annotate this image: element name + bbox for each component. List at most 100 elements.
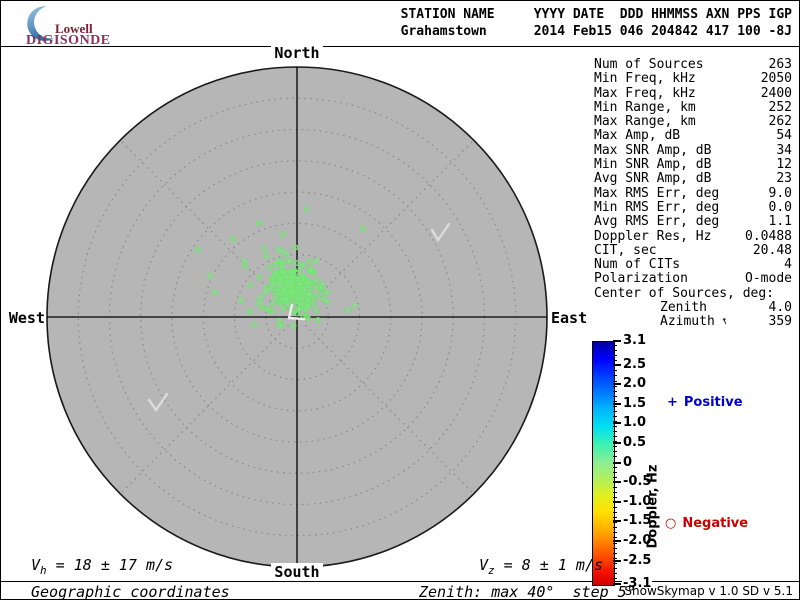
scatter-dot bbox=[277, 277, 284, 284]
colorbar-minor-tick bbox=[613, 446, 617, 448]
scatter-dot bbox=[297, 287, 304, 294]
scatter-dot bbox=[289, 289, 296, 296]
stat-row: Doppler Res, Hz 0.0488 bbox=[594, 228, 792, 244]
colorbar-minor-tick bbox=[613, 522, 617, 524]
stat-row: Max SNR Amp, dB 34 bbox=[594, 143, 792, 158]
colorbar-minor-tick bbox=[613, 400, 617, 402]
colorbar-tick-label: 2.5 bbox=[622, 356, 648, 372]
colorbar-minor-tick bbox=[613, 385, 617, 387]
colorbar-minor-tick bbox=[613, 380, 617, 382]
scatter-dot bbox=[324, 289, 331, 296]
colorbar-minor-tick bbox=[613, 375, 617, 377]
legend-positive-label: Positive bbox=[683, 395, 743, 410]
scatter-dot bbox=[263, 252, 270, 260]
colorbar-minor-tick bbox=[613, 552, 617, 554]
scatter-dot bbox=[292, 244, 299, 251]
scatter-dot bbox=[275, 246, 282, 253]
scatter-dot bbox=[313, 307, 320, 314]
stat-value: 2050 bbox=[760, 71, 792, 87]
colorbar-major-tick bbox=[613, 441, 621, 444]
scatter-dot bbox=[290, 322, 297, 329]
legend-positive: + Positive bbox=[667, 395, 743, 410]
colorbar-minor-tick bbox=[613, 532, 617, 534]
legend-negative: ○ Negative bbox=[665, 516, 748, 531]
colorbar-minor-tick bbox=[613, 547, 617, 549]
scatter-dot bbox=[278, 258, 285, 265]
scatter-dot bbox=[256, 274, 263, 281]
stat-label: Azimuth ↑ bbox=[660, 313, 730, 331]
coordinate-system-label: Geographic coordinates bbox=[31, 583, 230, 600]
stat-row: Num of CITs 4 bbox=[594, 257, 792, 272]
stat-value: O-mode bbox=[745, 271, 792, 287]
colorbar-minor-tick bbox=[613, 577, 617, 579]
colorbar-minor-tick bbox=[613, 496, 617, 498]
scatter-dot bbox=[281, 288, 288, 295]
stat-label: Doppler Res, Hz bbox=[594, 228, 712, 244]
stat-value: 23 bbox=[776, 171, 792, 187]
scatter-dot bbox=[246, 308, 253, 315]
scatter-dot bbox=[256, 299, 263, 306]
colorbar-minor-tick bbox=[613, 345, 617, 347]
colorbar-minor-tick bbox=[613, 431, 617, 433]
colorbar-minor-tick bbox=[613, 537, 617, 539]
colorbar-axis-label: Doppler, Hz bbox=[645, 464, 661, 549]
stat-row: Zenith 4.0 bbox=[594, 300, 792, 315]
stat-value: 1.1 bbox=[768, 214, 792, 230]
scatter-dot bbox=[283, 295, 290, 302]
scatter-dot bbox=[299, 272, 306, 279]
colorbar-minor-tick bbox=[613, 390, 617, 392]
scatter-dot bbox=[242, 263, 249, 270]
stat-label: Center of Sources, deg: bbox=[594, 285, 775, 301]
stat-label: CIT, sec bbox=[594, 242, 657, 258]
stat-label: Min Freq, kHz bbox=[594, 71, 696, 87]
scatter-dot bbox=[266, 286, 273, 293]
legend-negative-label: Negative bbox=[682, 516, 749, 531]
vertical-velocity-readout: Vz = 8 ± 1 m/s bbox=[479, 556, 604, 577]
scatter-dot bbox=[307, 267, 314, 274]
scatter-dot bbox=[293, 259, 300, 267]
colorbar-minor-tick bbox=[613, 451, 617, 453]
stat-label: Num of Sources bbox=[594, 57, 704, 72]
scatter-dot bbox=[273, 269, 280, 276]
stat-row: Min Range, km 252 bbox=[594, 99, 792, 115]
scatter-dot bbox=[207, 272, 214, 279]
colorbar-minor-tick bbox=[613, 507, 617, 509]
scatter-dot bbox=[269, 280, 276, 287]
stat-value: 0.0 bbox=[768, 199, 792, 215]
compass-north-label: North bbox=[257, 44, 337, 62]
scatter-dot bbox=[264, 305, 271, 312]
scatter-dot bbox=[314, 277, 321, 284]
stat-row: Max Range, km 262 bbox=[594, 114, 792, 129]
colorbar-major-tick bbox=[613, 481, 621, 484]
scatter-dot bbox=[309, 300, 316, 307]
colorbar-major-tick bbox=[613, 461, 621, 464]
colorbar-minor-tick bbox=[613, 471, 617, 473]
colorbar-minor-tick bbox=[613, 517, 617, 519]
stat-label: Min Range, km bbox=[594, 99, 696, 115]
scatter-dot bbox=[297, 281, 304, 288]
footer-divider bbox=[1, 581, 799, 582]
colorbar-minor-tick bbox=[613, 370, 617, 372]
colorbar-minor-tick bbox=[613, 395, 617, 397]
stat-value: 20.48 bbox=[752, 242, 792, 258]
scatter-dot bbox=[306, 258, 313, 265]
colorbar-major-tick bbox=[613, 363, 621, 366]
stat-label: Avg SNR Amp, dB bbox=[594, 171, 712, 187]
scatter-dot bbox=[241, 257, 248, 264]
stat-row: CIT, sec 20.48 bbox=[594, 242, 792, 258]
stat-label: Min SNR Amp, dB bbox=[594, 157, 712, 173]
scatter-dot bbox=[269, 308, 276, 315]
scatter-dot bbox=[279, 305, 286, 312]
colorbar-minor-tick bbox=[613, 491, 617, 493]
colorbar-minor-tick bbox=[613, 527, 617, 529]
colorbar-major-tick bbox=[613, 340, 621, 342]
colorbar-major-tick bbox=[613, 520, 621, 523]
scatter-dot bbox=[279, 264, 286, 271]
scatter-dot bbox=[323, 298, 330, 305]
scatter-dot bbox=[313, 291, 320, 298]
colorbar-tick-label: 2.0 bbox=[622, 376, 648, 392]
stat-value: 263 bbox=[768, 57, 792, 72]
stat-value: 9.0 bbox=[768, 185, 792, 201]
stat-value: 12 bbox=[776, 157, 792, 173]
stat-value: 0.0488 bbox=[745, 228, 792, 244]
